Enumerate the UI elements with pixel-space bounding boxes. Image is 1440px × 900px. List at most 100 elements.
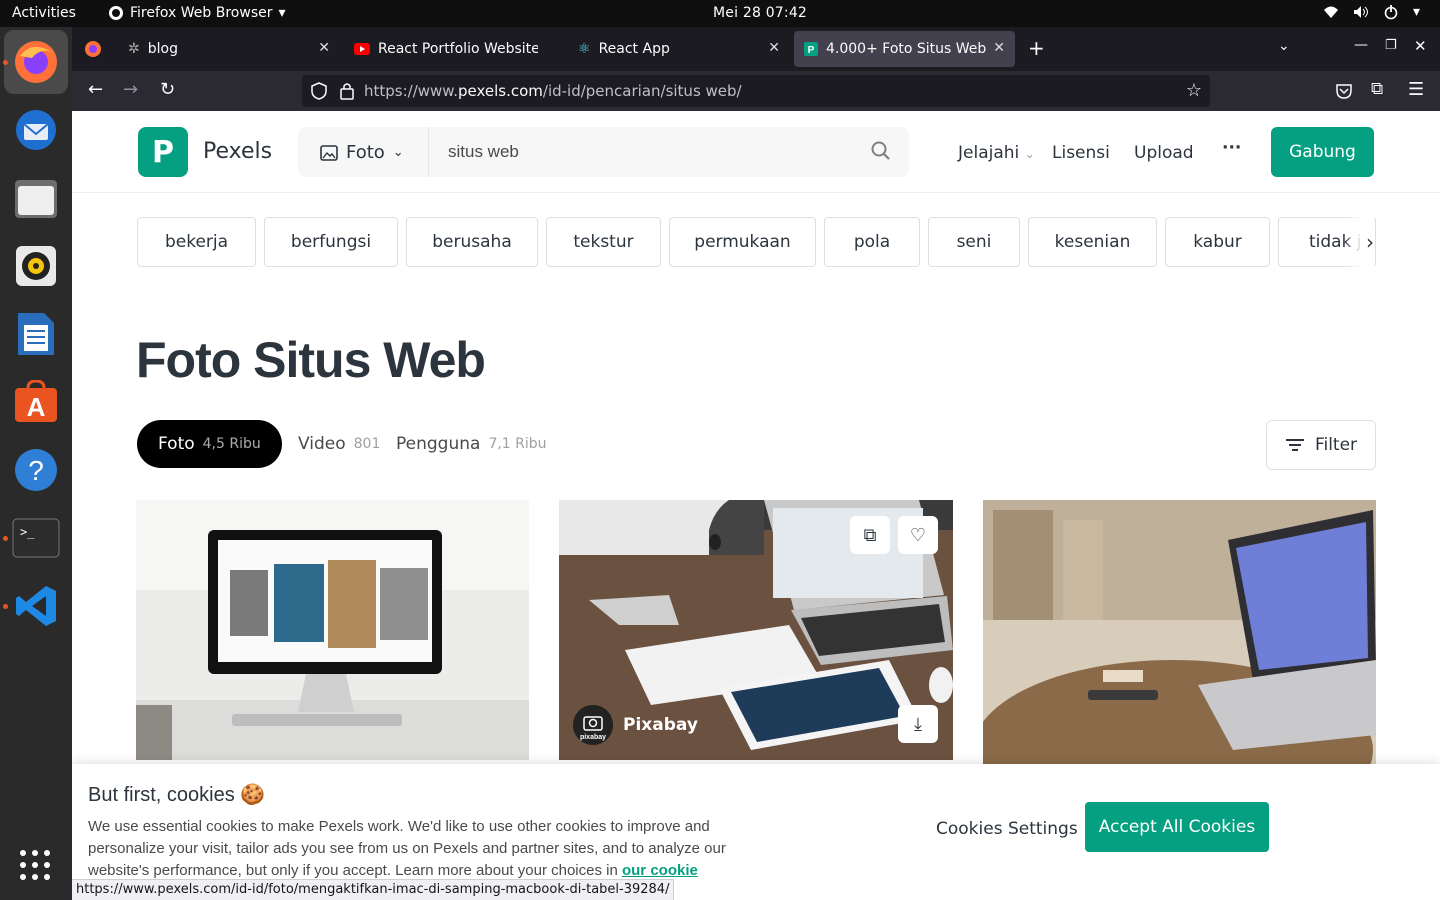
new-tab-button[interactable]: + bbox=[1028, 36, 1045, 60]
react-icon: ⚛ bbox=[578, 41, 591, 57]
logo-text[interactable]: Pexels bbox=[203, 139, 272, 164]
photo-card[interactable] bbox=[136, 500, 529, 760]
photo-card[interactable]: ⧉ ♡ ⤓ pixabay Pixabay bbox=[559, 500, 953, 760]
dock-writer[interactable] bbox=[4, 302, 68, 366]
tab-photos[interactable]: Foto 4,5 Ribu bbox=[137, 420, 282, 468]
activities-button[interactable]: Activities bbox=[12, 5, 76, 21]
power-icon bbox=[1384, 5, 1398, 20]
navigation-toolbar: ← → ↻ https://www.pexels.com/id-id/penca… bbox=[72, 71, 1440, 111]
search-type-select[interactable]: Foto ⌄ bbox=[320, 142, 404, 163]
menu-jelajahi[interactable]: Jelajahi ⌄ bbox=[958, 143, 1035, 163]
photo-author[interactable]: pixabay Pixabay bbox=[573, 705, 698, 745]
dock-thunderbird[interactable] bbox=[4, 98, 68, 162]
photo-imac-gallery bbox=[136, 500, 529, 760]
tab-blog[interactable]: ✲ blog ✕ bbox=[118, 31, 340, 67]
minimize-button[interactable]: — bbox=[1354, 37, 1368, 53]
close-icon[interactable]: ✕ bbox=[993, 40, 1005, 56]
menu-lisensi[interactable]: Lisensi bbox=[1052, 143, 1110, 163]
download-icon[interactable]: ⤓ bbox=[898, 705, 938, 743]
photo-card[interactable] bbox=[983, 500, 1376, 764]
pocket-icon[interactable] bbox=[1335, 82, 1353, 100]
hamburger-menu-icon[interactable]: ☰ bbox=[1408, 79, 1424, 100]
tab-title: 4.000+ Foto Situs Web Te bbox=[826, 41, 986, 57]
chip-tag[interactable]: pola bbox=[824, 217, 920, 267]
maximize-button[interactable]: ❐ bbox=[1385, 38, 1397, 53]
accept-all-cookies-button[interactable]: Accept All Cookies bbox=[1085, 802, 1269, 852]
tab-react-app[interactable]: ⚛ React App ✕ bbox=[568, 31, 790, 67]
menu-upload[interactable]: Upload bbox=[1134, 143, 1194, 163]
forward-arrow-icon[interactable]: → bbox=[123, 79, 138, 100]
grid-icon bbox=[20, 850, 50, 880]
photo-laptop-table bbox=[983, 500, 1376, 764]
more-icon[interactable]: ··· bbox=[1222, 138, 1241, 158]
dock-vscode[interactable] bbox=[4, 574, 68, 638]
back-arrow-icon[interactable]: ← bbox=[88, 79, 103, 100]
reload-icon[interactable]: ↻ bbox=[160, 79, 175, 100]
chevron-right-icon[interactable]: › bbox=[1344, 217, 1374, 267]
thunderbird-icon bbox=[16, 110, 56, 150]
browser-window: ✲ blog ✕ React Portfolio Website T ⚛ Rea… bbox=[72, 27, 1440, 900]
join-button[interactable]: Gabung bbox=[1271, 127, 1374, 177]
extensions-puzzle-icon[interactable]: ⧉ bbox=[1371, 79, 1383, 99]
show-applications[interactable] bbox=[18, 848, 52, 886]
chip-tag[interactable]: berfungsi bbox=[264, 217, 398, 267]
cookies-settings-button[interactable]: Cookies Settings bbox=[936, 819, 1078, 839]
tab-react-portfolio[interactable]: React Portfolio Website T bbox=[344, 31, 566, 67]
close-window-button[interactable]: ✕ bbox=[1414, 37, 1427, 55]
chip-tag[interactable]: seni bbox=[928, 217, 1020, 267]
volume-icon bbox=[1353, 6, 1368, 18]
pexels-logo[interactable]: P bbox=[138, 127, 188, 177]
dock-files[interactable] bbox=[4, 166, 68, 230]
url-bar[interactable]: https://www.pexels.com/id-id/pencarian/s… bbox=[302, 75, 1210, 107]
svg-text:pixabay: pixabay bbox=[580, 734, 606, 741]
search-input[interactable] bbox=[448, 140, 848, 164]
chip-tag[interactable]: tekstur bbox=[546, 217, 661, 267]
tab-title: React Portfolio Website T bbox=[378, 41, 538, 57]
chip-tag[interactable]: kabur bbox=[1165, 217, 1270, 267]
tab-title: React App bbox=[598, 41, 670, 57]
tab-pexels[interactable]: P 4.000+ Foto Situs Web Te ✕ bbox=[794, 31, 1015, 67]
system-tray[interactable]: ▾ bbox=[1323, 4, 1420, 20]
dock-rhythmbox[interactable] bbox=[4, 234, 68, 298]
svg-text:P: P bbox=[808, 45, 815, 56]
system-top-bar: Activities Firefox Web Browser ▾ Mei 28 … bbox=[0, 0, 1440, 27]
pexels-icon: P bbox=[804, 42, 818, 56]
chip-tag[interactable]: kesenian bbox=[1028, 217, 1157, 267]
chip-tag[interactable]: permukaan bbox=[669, 217, 816, 267]
tab-users[interactable]: Pengguna 7,1 Ribu bbox=[396, 420, 547, 468]
image-icon bbox=[320, 144, 338, 161]
dock-terminal[interactable]: >_ bbox=[4, 506, 68, 570]
search-icon[interactable] bbox=[870, 140, 892, 162]
chip-tag[interactable]: bekerja bbox=[137, 217, 256, 267]
heart-icon[interactable]: ♡ bbox=[898, 516, 938, 554]
tab-bar: ✲ blog ✕ React Portfolio Website T ⚛ Rea… bbox=[72, 27, 1440, 71]
tab-videos[interactable]: Video 801 bbox=[298, 420, 380, 468]
svg-text:>_: >_ bbox=[20, 525, 35, 539]
cookie-title: But first, cookies 🍪 bbox=[88, 784, 266, 806]
close-icon[interactable]: ✕ bbox=[768, 40, 780, 56]
dock-firefox[interactable] bbox=[4, 30, 68, 94]
chevron-down-icon: ▾ bbox=[1412, 4, 1420, 20]
bookmark-star-icon[interactable]: ☆ bbox=[1186, 80, 1202, 101]
chip-tag[interactable]: berusaha bbox=[406, 217, 538, 267]
svg-text:A: A bbox=[27, 392, 46, 422]
app-name: Firefox Web Browser bbox=[130, 5, 273, 21]
lock-icon[interactable] bbox=[340, 82, 354, 100]
firefox-icon bbox=[15, 41, 57, 83]
vscode-icon bbox=[16, 586, 56, 626]
chevron-down-icon: ⌄ bbox=[392, 145, 404, 160]
dock-help[interactable]: ? bbox=[4, 438, 68, 502]
help-icon: ? bbox=[15, 449, 57, 491]
tab-title: blog bbox=[147, 41, 178, 57]
terminal-icon: >_ bbox=[12, 518, 60, 558]
firefox-view-icon[interactable] bbox=[84, 40, 102, 62]
app-menu[interactable]: Firefox Web Browser ▾ bbox=[108, 5, 286, 21]
list-tabs-chevron-icon[interactable]: ⌄ bbox=[1278, 38, 1290, 54]
globe-icon: ✲ bbox=[128, 41, 140, 57]
dock-app-center[interactable]: A bbox=[4, 370, 68, 434]
filter-button[interactable]: Filter bbox=[1266, 420, 1376, 470]
collect-bookmark-icon[interactable]: ⧉ bbox=[850, 516, 890, 554]
close-icon[interactable]: ✕ bbox=[318, 40, 330, 56]
shield-icon[interactable] bbox=[311, 82, 327, 100]
clock[interactable]: Mei 28 07:42 bbox=[713, 5, 807, 21]
